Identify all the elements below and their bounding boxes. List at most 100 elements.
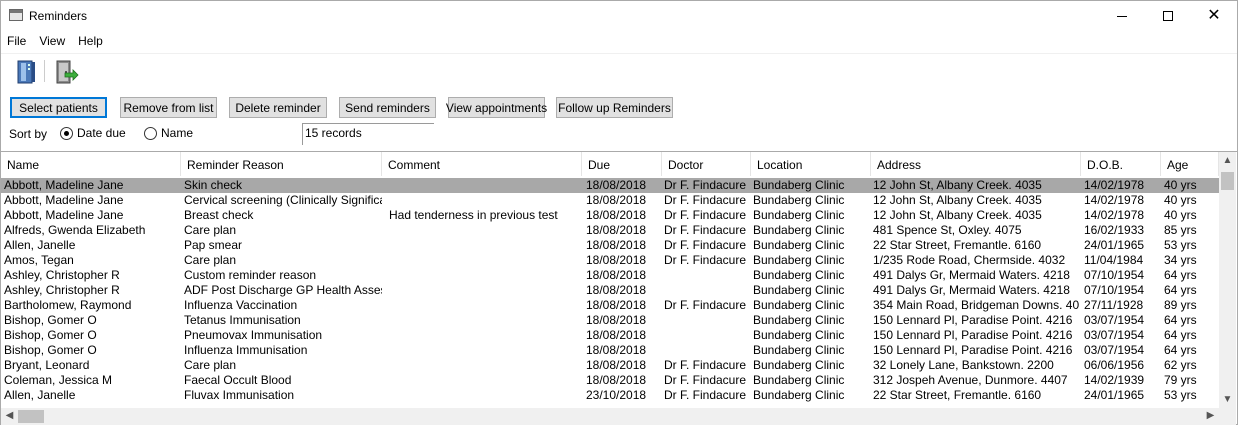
select-patients-button[interactable]: Select patients [10,97,107,118]
cell-doctor [664,269,750,283]
server-icon[interactable] [13,58,39,86]
records-count-field: 15 records [302,123,434,145]
cell-location: Bundaberg Clinic [753,374,845,387]
cell-name: Bishop, Gomer O [4,314,97,327]
cell-comment [389,329,579,343]
scrollbar-corner [1219,408,1236,425]
menu-help[interactable]: Help [72,32,110,52]
table-row[interactable]: Ashley, Christopher R Custom reminder rea… [1,268,1219,283]
cell-location: Bundaberg Clinic [753,209,845,222]
cell-dob: 14/02/1978 [1084,194,1145,207]
close-button[interactable]: ✕ [1191,1,1237,31]
cell-comment [389,299,579,313]
column-header-doctor[interactable]: Doctor [662,152,751,176]
sort-date-due-radio[interactable]: Date due [60,126,126,140]
cell-comment [389,239,579,253]
cell-due: 18/08/2018 [586,194,647,207]
table-row[interactable]: Bishop, Gomer O Influenza Immunisation 18/… [1,343,1219,358]
table-row[interactable]: Abbott, Madeline Jane Breast check Had ten… [1,208,1219,223]
radio-checked-icon [60,126,73,140]
toolbar [1,53,1237,89]
table-row[interactable]: Bryant, Leonard Care plan 18/08/2018 Dr F. … [1,358,1219,373]
column-header-age[interactable]: Age [1161,152,1219,176]
table-row[interactable]: Coleman, Jessica M Faecal Occult Blood 18/… [1,373,1219,388]
cell-doctor [664,329,750,343]
cell-doctor: Dr F. Findacure [664,359,747,372]
column-header-reminder-reason[interactable]: Reminder Reason [181,152,382,176]
cell-dob: 03/07/1954 [1084,329,1145,342]
cell-reminder-reason: Influenza Immunisation [184,344,308,357]
cell-reminder-reason: Cervical screening (Clinically Significa… [184,194,382,207]
cell-address: 312 Jospeh Avenue, Dunmore. 4407 [873,374,1068,387]
menu-view[interactable]: View [33,32,72,52]
column-header-due[interactable]: Due [582,152,662,176]
cell-dob: 16/02/1933 [1084,224,1145,237]
cell-comment [389,359,579,373]
exit-door-icon[interactable] [53,58,79,86]
column-header-name[interactable]: Name [1,152,181,176]
cell-name: Abbott, Madeline Jane [4,179,124,192]
minimize-icon [1117,15,1127,17]
cell-due: 18/08/2018 [586,314,647,327]
cell-name: Bishop, Gomer O [4,329,97,342]
column-header-location[interactable]: Location [751,152,871,176]
cell-due: 18/08/2018 [586,239,647,252]
column-header-comment[interactable]: Comment [382,152,582,176]
column-header-address[interactable]: Address [871,152,1081,176]
table-row[interactable]: Alfreds, Gwenda Elizabeth Care plan 18/08/… [1,223,1219,238]
vertical-scroll-thumb[interactable] [1221,172,1234,190]
cell-reminder-reason: Care plan [184,254,237,267]
delete-reminder-button[interactable]: Delete reminder [229,97,327,118]
scroll-left-icon[interactable]: ◀ [1,410,18,421]
cell-reminder-reason: Tetanus Immunisation [184,314,301,327]
column-header-dob[interactable]: D.O.B. [1081,152,1161,176]
follow-up-reminders-button[interactable]: Follow up Reminders [556,97,673,118]
cell-dob: 14/02/1939 [1084,374,1145,387]
table-row[interactable]: Allen, Janelle Pap smear 18/08/2018 Dr F. F… [1,238,1219,253]
scroll-right-icon[interactable]: ▶ [1202,410,1219,421]
horizontal-scroll-thumb[interactable] [18,410,44,423]
sort-name-radio[interactable]: Name [144,126,193,140]
cell-age: 40 yrs [1164,194,1197,207]
view-appointments-button[interactable]: View appointments [446,97,547,118]
cell-reminder-reason: Pneumovax Immunisation [184,329,323,342]
cell-comment [389,269,579,283]
cell-doctor: Dr F. Findacure [664,299,747,312]
grid-header: Name Reminder Reason Comment Due Doctor … [1,152,1219,176]
cell-reminder-reason: Fluvax Immunisation [184,389,295,402]
table-row[interactable]: Bartholomew, Raymond Influenza Vaccinatio… [1,298,1219,313]
table-row[interactable]: Amos, Tegan Care plan 18/08/2018 Dr F. Find… [1,253,1219,268]
send-reminders-button[interactable]: Send reminders [339,97,436,118]
remove-from-list-button[interactable]: Remove from list [120,97,217,118]
cell-address: 491 Dalys Gr, Mermaid Waters. 4218 [873,284,1070,297]
cell-dob: 03/07/1954 [1084,314,1145,327]
cell-age: 79 yrs [1164,374,1197,387]
cell-location: Bundaberg Clinic [753,179,845,192]
cell-doctor: Dr F. Findacure [664,389,747,402]
cell-due: 23/10/2018 [586,389,647,402]
cell-name: Ashley, Christopher R [4,284,120,297]
vertical-scrollbar[interactable]: ▲ ▼ [1219,152,1236,408]
cell-dob: 06/06/1956 [1084,359,1145,372]
table-row[interactable]: Bishop, Gomer O Tetanus Immunisation 18/08… [1,313,1219,328]
horizontal-scrollbar[interactable]: ◀ ▶ [1,408,1219,425]
menu-file[interactable]: File [1,32,33,52]
close-icon: ✕ [1207,7,1221,24]
maximize-button[interactable] [1145,1,1191,31]
scroll-down-icon[interactable]: ▼ [1219,394,1236,405]
scroll-up-icon[interactable]: ▲ [1219,155,1236,166]
minimize-button[interactable] [1099,1,1145,31]
cell-comment [389,344,579,358]
table-row[interactable]: Ashley, Christopher R ADF Post Discharge … [1,283,1219,298]
cell-due: 18/08/2018 [586,329,647,342]
cell-age: 40 yrs [1164,179,1197,192]
action-buttons: Select patients Remove from list Delete … [1,97,1237,118]
maximize-icon [1163,11,1173,21]
cell-dob: 24/01/1965 [1084,239,1145,252]
table-row[interactable]: Allen, Janelle Fluvax Immunisation 23/10/2… [1,388,1219,403]
table-row[interactable]: Bishop, Gomer O Pneumovax Immunisation 18/… [1,328,1219,343]
cell-reminder-reason: Faecal Occult Blood [184,374,292,387]
table-row[interactable]: Abbott, Madeline Jane Cervical screening … [1,193,1219,208]
table-row[interactable]: Abbott, Madeline Jane Skin check 18/08/201… [1,178,1219,193]
sort-date-due-label: Date due [77,126,126,140]
